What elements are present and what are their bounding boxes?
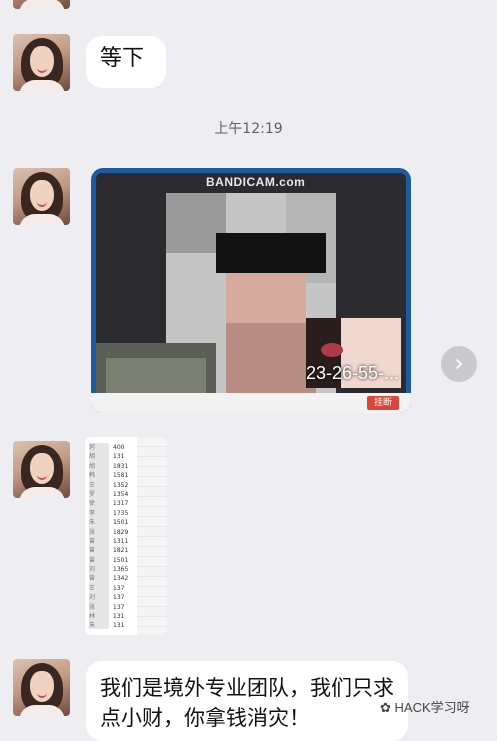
blurred-names	[89, 443, 109, 629]
contact-avatar[interactable]	[13, 659, 70, 716]
hangup-button[interactable]: 挂断	[367, 396, 399, 410]
blurred-columns	[137, 437, 167, 635]
contact-avatar[interactable]	[13, 0, 70, 9]
contact-avatar[interactable]	[13, 168, 70, 225]
message-timestamp: 上午12:19	[214, 121, 283, 137]
video-timestamp-overlay: 23-26-55-...	[306, 363, 400, 383]
numbers-column: 400 131 1831 1581 1352 1354 1317 1735 1501 18…	[113, 444, 129, 630]
chevron-right-icon: ›	[454, 349, 464, 377]
message-bubble-text[interactable]: 我们是境外专业团队，我们只求点小财，你拿钱消灾！	[86, 661, 408, 741]
message-text: 等下	[100, 46, 145, 71]
message-bubble-text[interactable]: 等下	[86, 36, 166, 88]
next-arrow-button[interactable]: ›	[441, 346, 477, 382]
contact-avatar[interactable]	[13, 34, 70, 91]
video-thumbnail: BANDICAM.com 23-26-55-...	[96, 173, 406, 405]
recording-watermark: BANDICAM.com	[206, 175, 306, 189]
contact-avatar[interactable]	[13, 441, 70, 498]
wechat-icon: ✿	[380, 700, 395, 715]
message-text: 我们是境外专业团队，我们只求点小财，你拿钱消灾！	[100, 676, 394, 730]
video-message[interactable]: BANDICAM.com 23-26-55-... 挂断	[91, 168, 411, 413]
source-watermark: ✿ HACK学习呀	[380, 700, 470, 715]
contact-list-image[interactable]: 何胡 胡韩 王罗 徐李 朱张 曾曾 曾刘 曾王 刘张 林朱 400 131 183…	[85, 437, 167, 635]
video-toolbar: 挂断	[91, 393, 411, 413]
